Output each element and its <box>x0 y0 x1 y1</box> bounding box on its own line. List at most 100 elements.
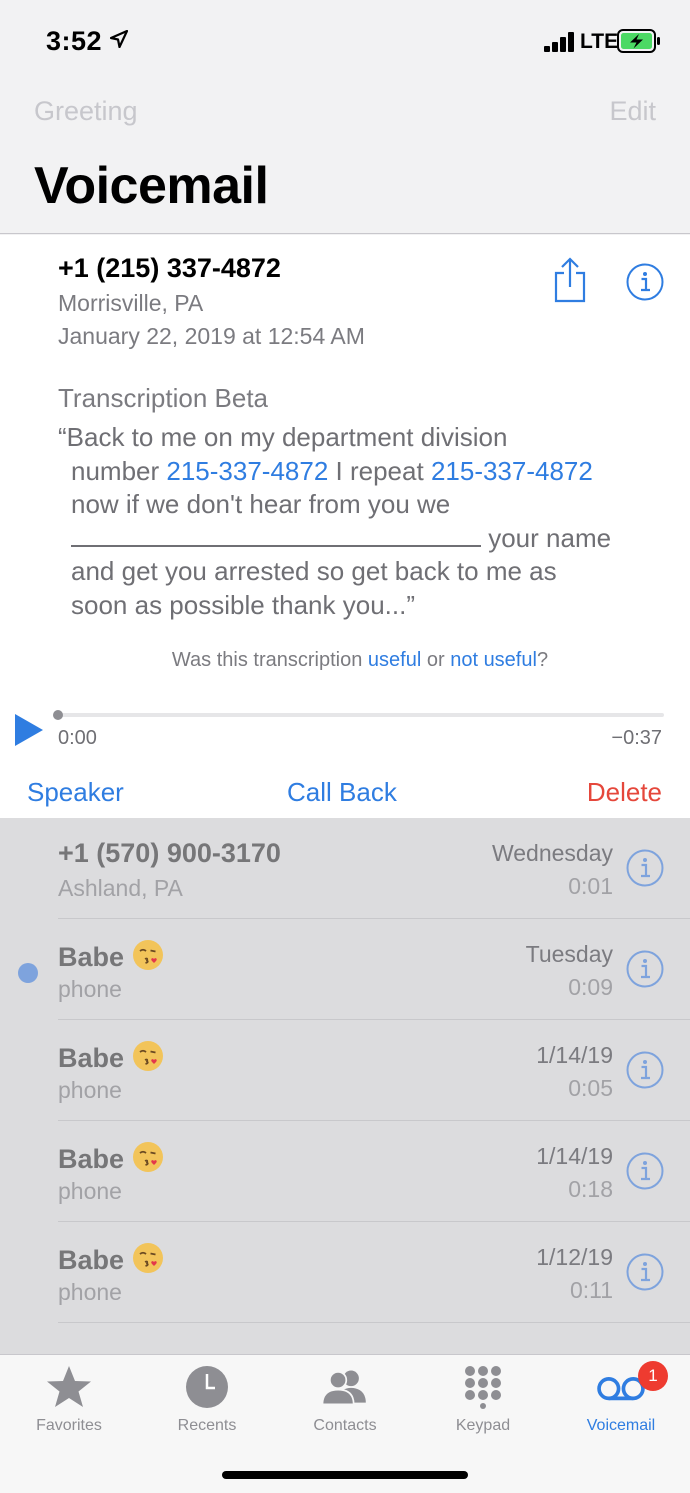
caller-name: Babe <box>58 942 125 972</box>
star-icon <box>47 1366 91 1407</box>
voicemail-duration: 0:01 <box>568 873 613 899</box>
voicemail-date: 1/12/19 <box>536 1244 613 1270</box>
tab-label: Keypad <box>455 1417 511 1434</box>
transcription-line: now if we don't hear from you we <box>71 489 451 519</box>
tab-label: Voicemail <box>586 1417 656 1434</box>
transcription-line: number 215-337-4872 I repeat 215-337-487… <box>58 455 678 489</box>
voicemail-date: 1/14/19 <box>536 1143 613 1169</box>
tab-keypad[interactable]: Keypad <box>414 1355 552 1445</box>
info-icon[interactable] <box>626 263 664 301</box>
info-icon[interactable] <box>626 950 664 988</box>
voicemail-date: 1/14/19 <box>536 1042 613 1068</box>
voicemail-detail-card: +1 (215) 337-4872 Morrisville, PA Januar… <box>0 235 690 818</box>
caller-name: Babe <box>58 1144 125 1174</box>
voicemail-caller: Babe <box>58 1040 164 1074</box>
voicemail-row[interactable]: Babe phone 1/14/19 0:05 <box>0 1020 690 1121</box>
voicemail-caller: +1 (570) 900-3170 <box>58 838 281 869</box>
play-icon[interactable] <box>14 713 44 747</box>
greeting-button[interactable]: Greeting <box>34 96 138 127</box>
tab-label: Contacts <box>313 1417 377 1434</box>
info-icon[interactable] <box>626 849 664 887</box>
tab-label: Favorites <box>36 1417 102 1434</box>
call-back-button[interactable]: Call Back <box>287 777 397 808</box>
caller-name: Babe <box>58 1245 125 1275</box>
voicemail-subtitle: phone <box>58 1178 122 1204</box>
info-icon[interactable] <box>626 1051 664 1089</box>
voicemail-duration: 0:09 <box>568 974 613 1000</box>
voicemail-date: Wednesday <box>491 840 613 866</box>
voicemail-caller: Babe <box>58 1141 164 1175</box>
phone-number-link[interactable]: 215-337-4872 <box>166 456 328 486</box>
caller-name: Babe <box>58 1043 125 1073</box>
tab-contacts[interactable]: Contacts <box>276 1355 414 1445</box>
redacted-blank <box>71 525 481 547</box>
caller-number: +1 (215) 337-4872 <box>58 253 281 283</box>
cellular-signal-icon <box>544 32 576 52</box>
navigation-header: Greeting Edit Voicemail <box>0 84 690 234</box>
voicemail-duration: 0:18 <box>568 1176 613 1202</box>
useful-link[interactable]: useful <box>368 649 421 671</box>
voicemail-row[interactable]: Babe phone Tuesday 0:09 <box>0 919 690 1020</box>
elapsed-time: 0:00 <box>58 727 97 749</box>
voicemail-subtitle: phone <box>58 1077 122 1103</box>
not-useful-link[interactable]: not useful <box>450 649 537 671</box>
network-type: LTE <box>580 30 619 53</box>
feedback-text: or <box>421 649 451 671</box>
home-indicator[interactable] <box>222 1471 468 1479</box>
playback-scrubber[interactable] <box>58 713 664 717</box>
transcription-text-fragment: I repeat <box>328 455 431 486</box>
remaining-time: −0:37 <box>611 727 662 749</box>
transcription-feedback: Was this transcription useful or not use… <box>0 649 690 672</box>
voicemail-row[interactable]: Babe phone 1/14/19 0:18 <box>0 1121 690 1222</box>
transcription-title: Transcription Beta <box>58 383 269 413</box>
unread-dot <box>18 963 38 983</box>
kissing-face-emoji-icon <box>132 1040 164 1072</box>
tab-label: Recents <box>177 1417 237 1434</box>
page-title: Voicemail <box>34 157 269 215</box>
voicemail-subtitle: Ashland, PA <box>58 875 183 901</box>
feedback-text: ? <box>536 649 549 671</box>
voicemail-datetime: January 22, 2019 at 12:54 AM <box>58 323 365 349</box>
delete-button[interactable]: Delete <box>587 777 662 808</box>
kissing-face-emoji-icon <box>132 1242 164 1274</box>
tab-recents[interactable]: Recents <box>138 1355 276 1445</box>
caller-name: +1 (570) 900-3170 <box>58 838 281 868</box>
voicemail-duration: 0:11 <box>569 1277 613 1303</box>
transcription-line: and get you arrested so get back to me a… <box>71 556 557 586</box>
voicemail-subtitle: phone <box>58 1279 122 1305</box>
voicemail-duration: 0:05 <box>568 1075 613 1101</box>
unread-badge: 1 <box>638 1361 668 1391</box>
transcription-text-fragment: your name <box>481 522 612 553</box>
voicemail-row[interactable]: Babe phone 1/12/19 0:11 <box>0 1222 690 1323</box>
share-icon[interactable] <box>550 257 590 303</box>
location-arrow-icon <box>110 30 128 48</box>
info-icon[interactable] <box>626 1253 664 1291</box>
tab-favorites[interactable]: Favorites <box>0 1355 138 1445</box>
voicemail-row[interactable]: +1 (570) 900-3170 Ashland, PA Wednesday 0:0… <box>0 818 690 919</box>
voicemail-caller: Babe <box>58 1242 164 1276</box>
transcription-text: “Back to me on my department division nu… <box>58 421 678 622</box>
transcription-line: “Back to me on my department division <box>58 422 508 452</box>
scrubber-knob[interactable] <box>53 710 63 720</box>
caller-location: Morrisville, PA <box>58 290 204 316</box>
voicemail-date: Tuesday <box>525 941 613 967</box>
kissing-face-emoji-icon <box>132 1141 164 1173</box>
edit-button[interactable]: Edit <box>609 96 656 127</box>
transcription-line: your name <box>58 522 678 556</box>
battery-charging-icon <box>617 29 660 53</box>
voicemail-caller: Babe <box>58 939 164 973</box>
feedback-text: Was this transcription <box>171 649 368 671</box>
tab-voicemail[interactable]: 1 Voicemail <box>552 1355 690 1445</box>
transcription-text-fragment: number <box>71 455 167 486</box>
contacts-icon <box>321 1370 366 1406</box>
status-bar: 3:52 LTE <box>0 0 690 84</box>
voicemail-list: +1 (570) 900-3170 Ashland, PA Wednesday 0:0… <box>0 818 690 1354</box>
phone-number-link[interactable]: 215-337-4872 <box>431 456 593 486</box>
row-separator <box>58 1322 690 1323</box>
kissing-face-emoji-icon <box>132 939 164 971</box>
keypad-icon <box>465 1366 501 1409</box>
transcription-line: soon as possible thank you...” <box>71 589 415 620</box>
info-icon[interactable] <box>626 1152 664 1190</box>
status-time: 3:52 <box>46 26 103 56</box>
speaker-button[interactable]: Speaker <box>27 777 124 808</box>
